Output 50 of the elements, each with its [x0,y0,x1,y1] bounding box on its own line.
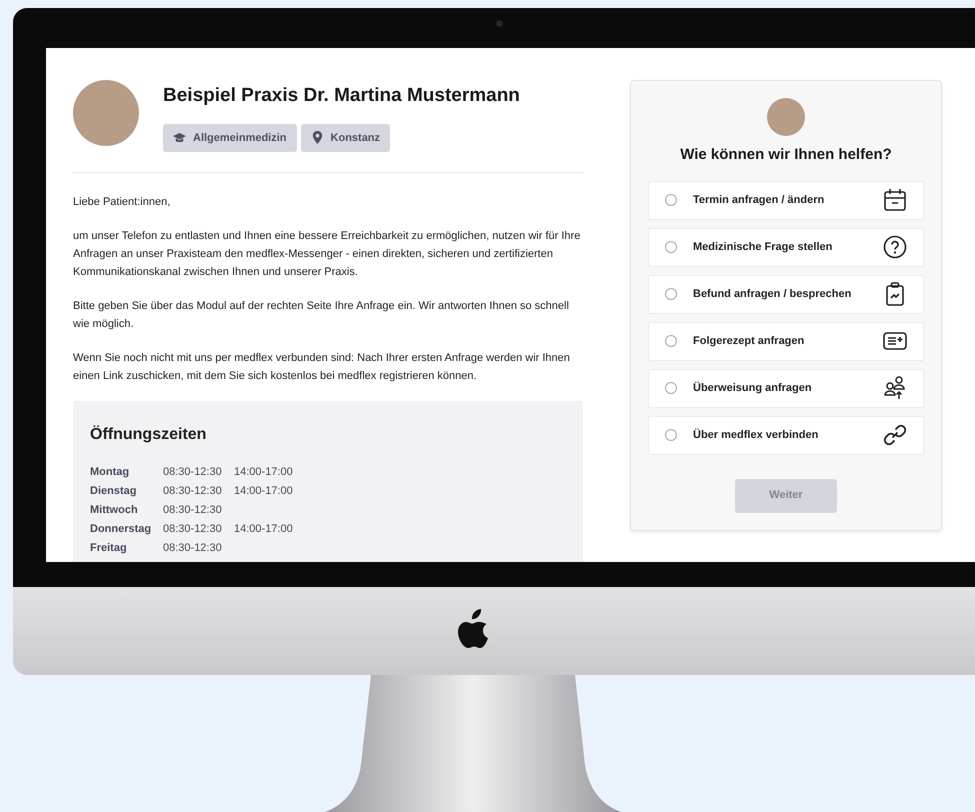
paragraph: Wenn Sie noch nicht mit uns per medflex verbunden sind: Nach Ihrer ersten Anfrage werden wir Ihnen einen Link zuschicken, mit dem Sie sich kostenlos bei medflex registrieren können. [73,351,571,384]
option-item[interactable]: Folgerezept anfragen [648,322,924,360]
radio-button[interactable] [665,194,677,206]
time-range: 08:30-12:30 [163,503,223,518]
paragraph: Bitte geben Sie über das Modul auf der rechten Seite Ihre Anfrage ein. Wir antworten Ihnen so schnell wie möglich. [73,299,570,332]
radio-button[interactable] [665,335,677,347]
option-item[interactable]: Überweisung anfragen [648,368,924,408]
option-item[interactable]: Befund anfragen / besprechen [648,274,924,314]
option-item[interactable]: Über medflex verbinden [648,416,924,454]
option-item[interactable]: Termin anfragen / ändern [648,180,924,220]
option-item[interactable]: Medizinische Frage stellen [648,228,924,266]
clipboard-chart-icon [883,282,907,306]
time-range: 08:30-12:30 [163,465,223,480]
time-range: 14:00-17:00 [234,522,294,537]
radio-button[interactable] [665,429,677,441]
help-title: Wie können wir Ihnen helfen? [679,145,893,165]
avatar-placeholder [767,98,805,136]
time-range: 14:00-17:00 [234,465,294,480]
radio-button[interactable] [665,241,677,253]
calendar-icon [883,188,907,212]
option-label: Überweisung anfragen [693,380,812,396]
option-label: Über medflex verbinden [693,428,818,443]
time-range: 08:30-12:30 [163,541,223,556]
option-label: Folgerezept anfragen [693,334,804,349]
opening-hours-title: Öffnungszeiten [90,424,208,445]
option-label: Termin anfragen / ändern [693,192,824,208]
day-label: Mittwoch [90,503,139,518]
people-arrow-icon [883,376,907,400]
time-range: 08:30-12:30 [163,484,223,499]
option-label: Medizinische Frage stellen [693,240,832,255]
question-icon [883,235,907,259]
paragraph: Liebe Patient:innen, [73,195,172,210]
day-label: Dienstag [90,484,138,499]
day-label: Montag [90,465,130,480]
location-tag: Konstanz [300,124,390,152]
map-pin-icon [310,131,324,144]
option-label: Befund anfragen / besprechen [693,286,852,302]
day-label: Donnerstag [90,522,152,537]
camera-icon [496,20,503,27]
specialty-tag: Allgemeinmedizin [163,124,297,152]
radio-button[interactable] [665,288,677,300]
list-plus-icon [883,329,907,353]
time-range: 08:30-12:30 [163,522,223,537]
practice-name: Beispiel Praxis Dr. Martina Mustermann [163,84,520,108]
graduation-cap-icon [173,131,186,144]
radio-button[interactable] [665,382,677,394]
day-label: Freitag [90,541,128,556]
paragraph: um unser Telefon zu entlasten und Ihnen eine bessere Erreichbarkeit zu ermöglichen, nutzen wir für Ihre Anfragen an unser Praxisteam den medflex-Messenger - einen direkten, sicheren und zertifizierten Kommunikationskanal zwischen Ihnen und unserer Praxis. [73,229,582,280]
link-icon [883,423,907,447]
time-range: 14:00-17:00 [234,484,294,499]
